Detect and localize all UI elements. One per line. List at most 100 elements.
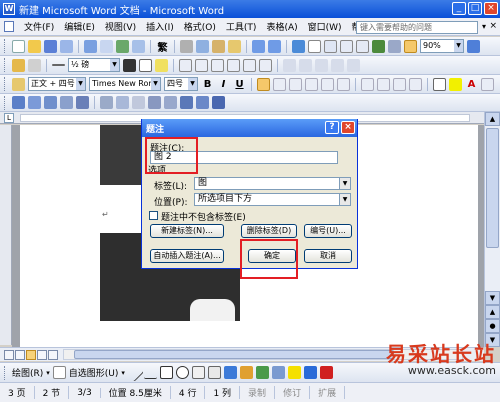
index-icon[interactable] xyxy=(76,96,89,109)
redo-icon[interactable] xyxy=(268,39,281,53)
more-icon[interactable] xyxy=(212,96,225,109)
border-color-icon[interactable] xyxy=(123,58,136,72)
comment-icon[interactable] xyxy=(132,96,145,109)
wordart-icon[interactable] xyxy=(223,366,237,379)
minimize-button[interactable]: _ xyxy=(452,2,466,15)
reading-layout-button[interactable] xyxy=(48,349,58,360)
align-left-icon[interactable] xyxy=(257,77,270,91)
draw-menu[interactable]: 绘图(R) xyxy=(12,366,43,379)
normal-view-button[interactable] xyxy=(4,349,14,360)
vertical-textbox-icon[interactable] xyxy=(207,366,221,379)
line-weight-dropdown-icon[interactable]: ▼ xyxy=(110,59,119,71)
font-dropdown-icon[interactable]: ▼ xyxy=(151,78,160,90)
format-painter-icon[interactable] xyxy=(228,39,241,53)
help-search-input[interactable]: 键入需要帮助的问题 xyxy=(356,21,478,34)
font-select[interactable]: Times New Roman ▼ xyxy=(89,77,161,91)
permission-icon[interactable] xyxy=(60,39,73,53)
caption-icon[interactable] xyxy=(60,96,73,109)
toolbar-grip[interactable] xyxy=(4,58,7,72)
paste-icon[interactable] xyxy=(212,39,225,53)
text-color-icon[interactable] xyxy=(319,366,333,379)
decrease-indent-icon[interactable] xyxy=(393,77,406,91)
align-icon[interactable] xyxy=(227,58,240,72)
numbering-icon[interactable] xyxy=(361,77,374,91)
scroll-down-button[interactable]: ▼ xyxy=(485,291,500,305)
label-select[interactable]: 图 ▼ xyxy=(194,177,351,190)
bookmark-icon[interactable] xyxy=(116,96,129,109)
outside-border-icon[interactable] xyxy=(139,58,152,72)
font-color-button[interactable]: A xyxy=(465,79,478,90)
document-map-icon[interactable] xyxy=(388,39,401,53)
cross-reference-icon[interactable] xyxy=(100,96,113,109)
outline-view-button[interactable] xyxy=(37,349,47,360)
draw-dropdown-icon[interactable]: ▾ xyxy=(46,369,50,377)
show-hide-icon[interactable] xyxy=(404,39,417,53)
status-extend[interactable]: 扩展 xyxy=(310,386,346,399)
tables-borders-icon[interactable] xyxy=(308,39,321,53)
text-direction-icon[interactable] xyxy=(299,58,312,72)
insert-table-2-icon[interactable] xyxy=(179,58,192,72)
delete-label-button[interactable]: 删除标签(D) xyxy=(241,224,297,238)
vertical-ruler[interactable] xyxy=(0,125,12,345)
justify-icon[interactable] xyxy=(305,77,318,91)
text-box-icon[interactable] xyxy=(180,96,193,109)
previous-page-button[interactable]: ▲ xyxy=(485,305,500,319)
distributed-icon[interactable] xyxy=(321,77,334,91)
sort-ascending-icon[interactable] xyxy=(315,58,328,72)
vertical-scrollbar[interactable]: ▲ ▼ ▲ ● ▼ xyxy=(484,112,500,347)
scroll-thumb[interactable] xyxy=(486,128,499,248)
character-border-icon[interactable] xyxy=(481,77,494,91)
menu-table[interactable]: 表格(A) xyxy=(261,20,302,33)
print-icon[interactable] xyxy=(84,39,97,53)
cut-icon[interactable] xyxy=(180,39,193,53)
autoshapes-dropdown-icon[interactable]: ▾ xyxy=(121,369,125,377)
status-record[interactable]: 录制 xyxy=(240,386,276,399)
italic-button[interactable]: I xyxy=(217,79,230,90)
bullets-icon[interactable] xyxy=(377,77,390,91)
toolbar-grip[interactable] xyxy=(4,365,7,380)
select-objects-icon[interactable] xyxy=(52,366,66,379)
highlight-icon[interactable] xyxy=(449,77,462,91)
line-spacing-icon[interactable] xyxy=(337,77,350,91)
frame-icon[interactable] xyxy=(12,96,25,109)
picture-icon[interactable] xyxy=(164,96,177,109)
menu-format[interactable]: 格式(O) xyxy=(179,20,221,33)
tab-selector[interactable]: L xyxy=(4,113,14,123)
autocaption-button[interactable]: 自动插入题注(A)... xyxy=(150,249,224,263)
draw-table-icon[interactable] xyxy=(12,58,25,72)
menu-window[interactable]: 窗口(W) xyxy=(303,20,347,33)
close-button[interactable]: × xyxy=(484,2,498,15)
scroll-up-button[interactable]: ▲ xyxy=(485,112,500,126)
outside-border-2-icon[interactable] xyxy=(433,77,446,91)
line-style-icon[interactable] xyxy=(52,64,65,66)
position-dropdown-icon[interactable]: ▼ xyxy=(339,194,350,205)
new-icon[interactable] xyxy=(12,39,25,53)
dialog-help-button[interactable]: ? xyxy=(325,121,339,134)
menu-insert[interactable]: 插入(I) xyxy=(141,20,179,33)
menu-tools[interactable]: 工具(T) xyxy=(221,20,262,33)
insert-picture-icon[interactable] xyxy=(271,366,285,379)
field-icon[interactable] xyxy=(44,96,57,109)
position-select[interactable]: 所选项目下方 ▼ xyxy=(194,193,351,206)
sort-descending-icon[interactable] xyxy=(331,58,344,72)
insert-table-icon[interactable] xyxy=(324,39,337,53)
menu-edit[interactable]: 编辑(E) xyxy=(59,20,100,33)
web-layout-button[interactable] xyxy=(15,349,25,360)
zoom-dropdown-icon[interactable]: ▼ xyxy=(454,40,463,52)
print-preview-icon[interactable] xyxy=(100,39,113,53)
toolbar-grip[interactable] xyxy=(4,77,7,91)
autoshapes-menu[interactable]: 自选图形(U) xyxy=(69,366,119,379)
eraser-icon[interactable] xyxy=(28,58,41,72)
table-autoformat-icon[interactable] xyxy=(283,58,296,72)
select-browse-object-button[interactable]: ● xyxy=(485,319,500,333)
menu-file[interactable]: 文件(F) xyxy=(19,20,59,33)
open-icon[interactable] xyxy=(28,39,41,53)
cancel-button[interactable]: 取消 xyxy=(304,249,352,263)
shading-color-icon[interactable] xyxy=(155,58,168,72)
spelling-icon[interactable] xyxy=(116,39,129,53)
style-select[interactable]: 正文 + 四号 ▼ xyxy=(28,77,86,91)
footnote-icon[interactable] xyxy=(148,96,161,109)
horizontal-scroll-thumb[interactable] xyxy=(74,350,394,359)
bold-button[interactable]: B xyxy=(201,79,214,90)
textbox-icon[interactable] xyxy=(191,366,205,379)
